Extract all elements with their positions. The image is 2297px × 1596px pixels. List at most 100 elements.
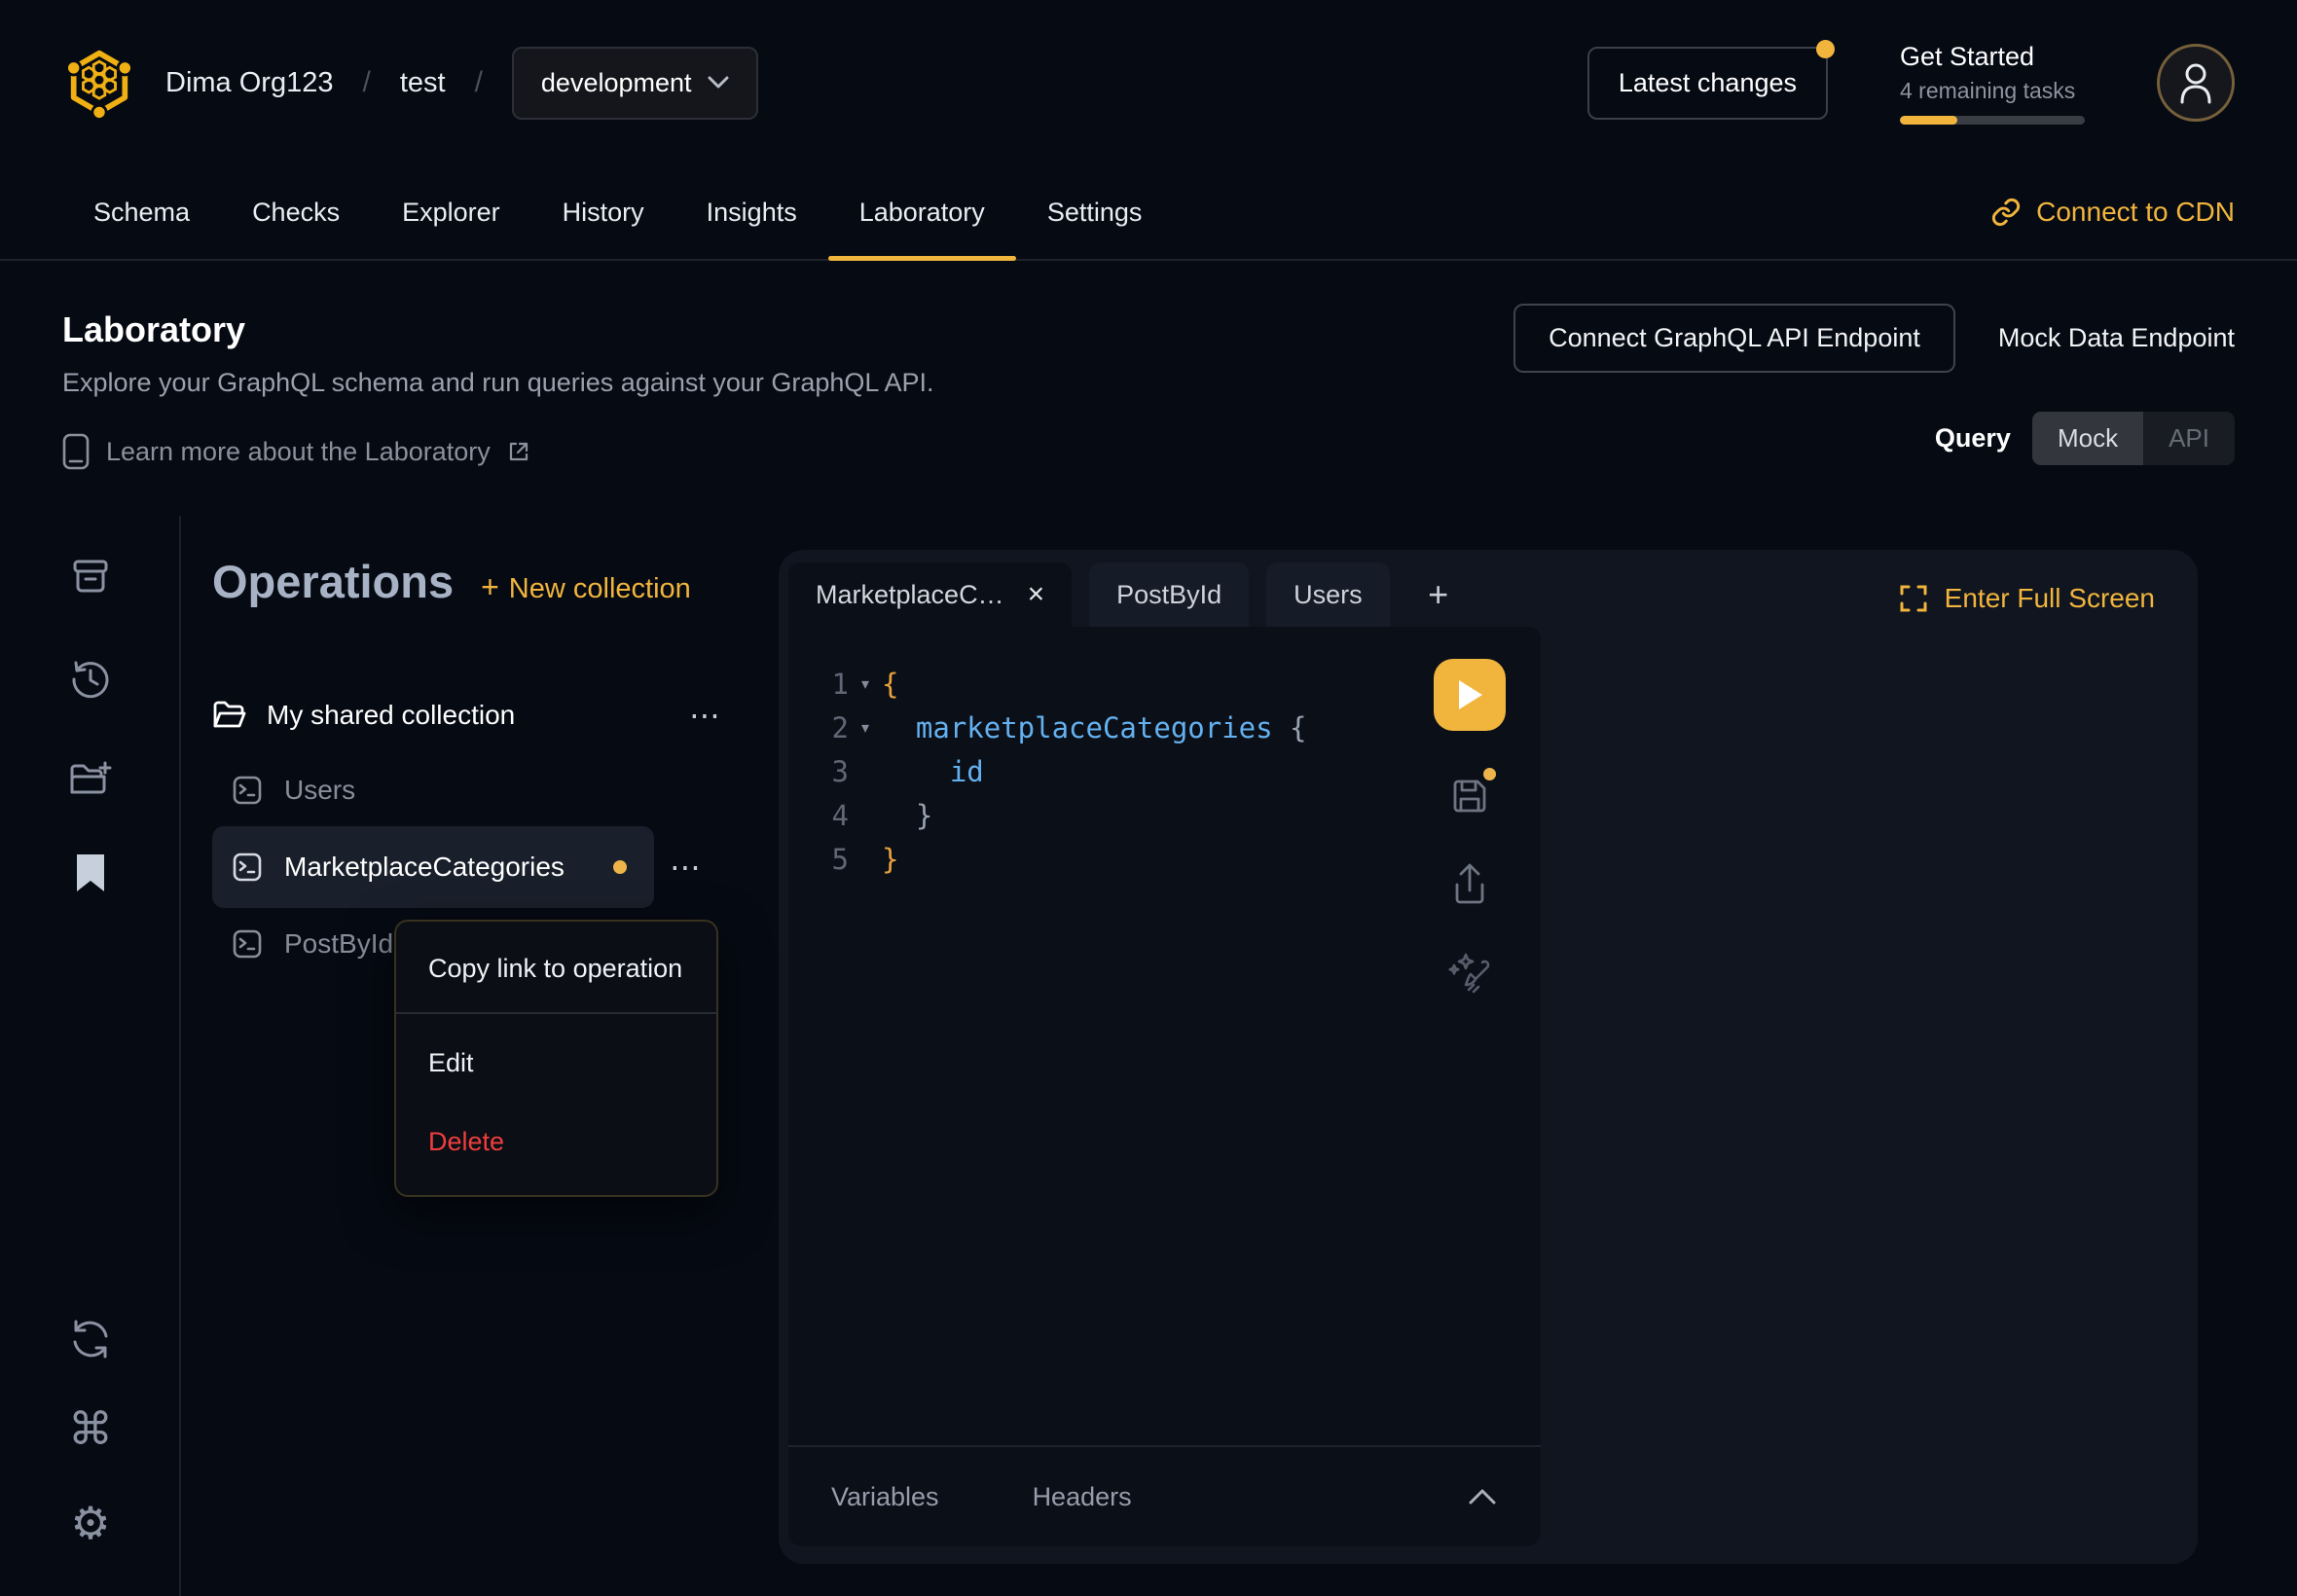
code-line: 4 } <box>788 793 1541 837</box>
tab-label: Explorer <box>402 198 500 228</box>
tab-laboratory[interactable]: Laboratory <box>828 165 1016 259</box>
code-token <box>882 755 950 788</box>
save-icon <box>1449 776 1490 816</box>
play-icon <box>1455 678 1484 711</box>
editor-tab-label: Users <box>1294 580 1363 610</box>
new-collection-label: New collection <box>509 573 691 605</box>
share-upload-icon <box>1449 861 1490 906</box>
mock-data-endpoint-link[interactable]: Mock Data Endpoint <box>1998 323 2235 353</box>
collapse-footer-button[interactable] <box>1467 1487 1498 1506</box>
code-token: marketplaceCategories <box>916 711 1273 744</box>
breadcrumb-separator: / <box>362 66 370 99</box>
share-operation-button[interactable] <box>1449 861 1490 906</box>
toggle-option-api[interactable]: API <box>2143 412 2235 465</box>
header-actions: Latest changes Get Started 4 remaining t… <box>1587 42 2235 125</box>
new-collection-button[interactable]: + New collection <box>481 569 691 605</box>
enter-full-screen-button[interactable]: Enter Full Screen <box>1899 583 2155 614</box>
rail-bookmarks-button[interactable] <box>0 852 181 894</box>
editor-column: MarketplaceC… × PostById Users + 1 ▾ { <box>788 562 1541 1546</box>
laboratory-editor-panel: Enter Full Screen MarketplaceC… × PostBy… <box>779 550 2198 1564</box>
enter-full-screen-label: Enter Full Screen <box>1945 583 2155 614</box>
rail-shortcuts-button[interactable]: ⌘ <box>0 1406 181 1451</box>
rail-settings-button[interactable]: ⚙ <box>0 1501 181 1545</box>
get-started-subtitle: 4 remaining tasks <box>1900 78 2085 104</box>
collection-header[interactable]: My shared collection ⋯ <box>212 686 722 744</box>
tool-rail: ⌘ ⚙ <box>0 516 181 1596</box>
rail-history-button[interactable] <box>0 657 181 702</box>
latest-changes-notification-dot <box>1816 40 1835 58</box>
operation-item-marketplace-categories[interactable]: MarketplaceCategories ⋯ <box>212 826 654 908</box>
editor-tab-post-by-id[interactable]: PostById <box>1089 562 1249 627</box>
code-line: 2 ▾ marketplaceCategories { <box>788 706 1541 749</box>
tab-history[interactable]: History <box>531 165 675 259</box>
menu-item-edit[interactable]: Edit <box>396 1024 716 1103</box>
prettify-broom-icon <box>1447 951 1492 996</box>
prettify-query-button[interactable] <box>1447 951 1492 996</box>
get-started-widget[interactable]: Get Started 4 remaining tasks <box>1900 42 2085 125</box>
history-clock-icon <box>68 657 113 702</box>
connect-to-cdn-link[interactable]: Connect to CDN <box>1990 165 2235 259</box>
rail-collections-button[interactable] <box>0 555 181 598</box>
operations-header: Operations + New collection <box>212 555 691 608</box>
collection-more-button[interactable]: ⋯ <box>689 700 722 731</box>
breadcrumb-org[interactable]: Dima Org123 <box>165 67 333 99</box>
query-editor[interactable]: 1 ▾ { 2 ▾ marketplaceCategories { 3 id 4 <box>788 627 1541 1445</box>
editor-toolbar <box>1434 659 1506 996</box>
menu-item-copy-link[interactable]: Copy link to operation <box>396 929 716 1008</box>
operation-context-menu: Copy link to operation Edit Delete <box>394 920 718 1197</box>
execute-query-button[interactable] <box>1434 659 1506 731</box>
editor-tab-marketplace[interactable]: MarketplaceC… × <box>788 562 1072 627</box>
toggle-option-mock[interactable]: Mock <box>2032 412 2143 465</box>
endpoint-actions: Connect GraphQL API Endpoint Mock Data E… <box>1513 304 2235 465</box>
editor-tabbar: MarketplaceC… × PostById Users + <box>788 562 1541 627</box>
editor-tab-users[interactable]: Users <box>1266 562 1390 627</box>
code-line: 1 ▾ { <box>788 662 1541 706</box>
tab-schema[interactable]: Schema <box>62 165 221 259</box>
operations-title: Operations <box>212 555 454 608</box>
line-number: 3 <box>788 755 849 788</box>
fullscreen-icon <box>1899 584 1928 613</box>
rail-new-folder-button[interactable] <box>0 759 181 800</box>
nav-tabs: Schema Checks Explorer History Insights … <box>62 165 1173 259</box>
tab-settings[interactable]: Settings <box>1016 165 1174 259</box>
close-tab-icon[interactable]: × <box>1028 580 1045 609</box>
breadcrumb-separator: / <box>475 66 483 99</box>
bookmark-icon <box>74 852 107 894</box>
code-token: } <box>882 843 898 876</box>
fold-toggle-icon[interactable]: ▾ <box>849 674 882 693</box>
latest-changes-button[interactable]: Latest changes <box>1587 47 1828 120</box>
line-number: 2 <box>788 711 849 744</box>
variables-tab[interactable]: Variables <box>831 1482 939 1512</box>
fold-toggle-icon[interactable]: ▾ <box>849 718 882 737</box>
headers-tab[interactable]: Headers <box>1033 1482 1132 1512</box>
code-line: 5 } <box>788 837 1541 881</box>
connect-graphql-endpoint-button[interactable]: Connect GraphQL API Endpoint <box>1513 304 1955 373</box>
operation-icon <box>232 775 263 806</box>
external-link-icon <box>507 440 530 463</box>
get-started-progress-fill <box>1900 116 1957 125</box>
save-operation-button[interactable] <box>1449 776 1490 816</box>
learn-more-label: Learn more about the Laboratory <box>106 437 491 467</box>
tab-insights[interactable]: Insights <box>675 165 828 259</box>
breadcrumb-project[interactable]: test <box>400 67 446 99</box>
operation-more-button[interactable]: ⋯ <box>670 849 703 886</box>
user-avatar[interactable] <box>2157 44 2235 122</box>
tab-explorer[interactable]: Explorer <box>371 165 531 259</box>
learn-more-link[interactable]: Learn more about the Laboratory <box>62 433 530 470</box>
target-select[interactable]: development <box>512 47 758 120</box>
get-started-progress <box>1900 116 2085 125</box>
hive-logo-icon[interactable] <box>62 46 136 120</box>
rail-refetch-button[interactable] <box>0 1317 181 1361</box>
menu-item-delete[interactable]: Delete <box>396 1103 716 1181</box>
line-number: 5 <box>788 843 849 876</box>
operation-item-users[interactable]: Users <box>212 758 654 822</box>
tab-label: History <box>563 198 644 228</box>
refresh-icon <box>68 1317 113 1361</box>
target-select-value: development <box>541 68 692 98</box>
operation-icon <box>232 852 263 883</box>
add-tab-button[interactable]: + <box>1407 562 1470 627</box>
tab-checks[interactable]: Checks <box>221 165 371 259</box>
query-mode-toggle: Mock API <box>2032 412 2235 465</box>
connect-to-cdn-label: Connect to CDN <box>2036 197 2235 228</box>
folder-open-icon <box>212 700 247 731</box>
